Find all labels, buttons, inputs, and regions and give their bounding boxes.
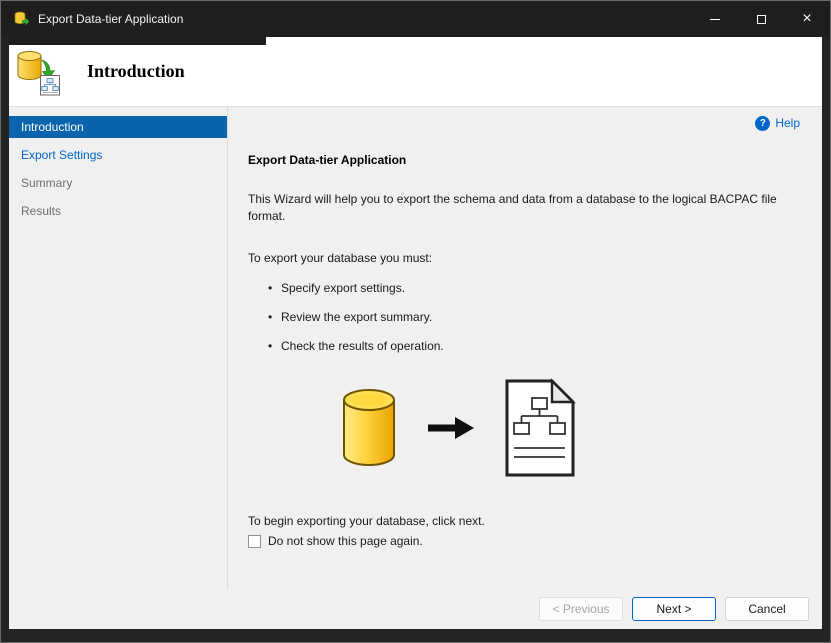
content-heading: Export Data-tier Application	[248, 153, 407, 167]
wizard-content-pane: ? Help Export Data-tier Application This…	[228, 107, 822, 589]
previous-button[interactable]: < Previous	[539, 597, 623, 621]
close-button[interactable]: ×	[784, 1, 830, 37]
dont-show-again-checkbox[interactable]	[248, 534, 261, 548]
help-icon: ?	[755, 115, 771, 131]
dont-show-again-option[interactable]: Do not show this page again.	[248, 534, 800, 548]
button-bar: < Previous Next > Cancel	[9, 589, 822, 629]
minimize-button[interactable]	[692, 1, 738, 37]
step-results: Results	[21, 204, 62, 218]
maximize-button[interactable]	[738, 1, 784, 37]
right-arrow-icon	[428, 414, 474, 442]
app-window: Export Data-tier Application × Introduct…	[0, 0, 831, 643]
minimize-icon	[710, 18, 720, 20]
step-summary: Summary	[21, 176, 73, 190]
maximize-icon	[756, 14, 766, 24]
window-title: Export Data-tier Application	[38, 12, 184, 26]
list-item: Check the results of operation.	[268, 339, 800, 354]
titlebar-artifact-strip	[9, 37, 266, 45]
page-title: Introduction	[87, 61, 185, 81]
close-icon: ×	[802, 10, 812, 27]
wizard-banner: Introduction	[9, 37, 822, 107]
app-database-export-icon	[14, 11, 30, 27]
next-button[interactable]: Next >	[632, 597, 716, 621]
help-label: Help	[775, 116, 800, 130]
database-cylinder-icon	[340, 387, 398, 469]
export-illustration	[340, 378, 800, 478]
window-controls: ×	[692, 1, 830, 37]
wizard-dialog: Introduction Introduction Export Setting…	[9, 37, 822, 629]
step-export-settings[interactable]: Export Settings	[9, 144, 227, 166]
step-introduction[interactable]: Introduction	[9, 116, 227, 138]
bacpac-file-icon	[500, 378, 580, 478]
intro-text: This Wizard will help you to export the …	[248, 192, 777, 223]
requirements-intro: To export your database you must:	[248, 251, 433, 265]
wizard-steps-nav: Introduction Export Settings Summary Res…	[9, 107, 228, 589]
cancel-button[interactable]: Cancel	[725, 597, 809, 621]
dont-show-again-label: Do not show this page again.	[268, 534, 423, 548]
titlebar[interactable]: Export Data-tier Application ×	[1, 1, 830, 37]
next-note: To begin exporting your database, click …	[248, 514, 485, 528]
requirements-list: Specify export settings. Review the expo…	[268, 281, 800, 354]
help-link[interactable]: ? Help	[755, 115, 800, 131]
list-item: Specify export settings.	[268, 281, 800, 296]
list-item: Review the export summary.	[268, 310, 800, 325]
wizard-body: Introduction Export Settings Summary Res…	[9, 107, 822, 589]
export-dac-icon	[15, 48, 61, 96]
